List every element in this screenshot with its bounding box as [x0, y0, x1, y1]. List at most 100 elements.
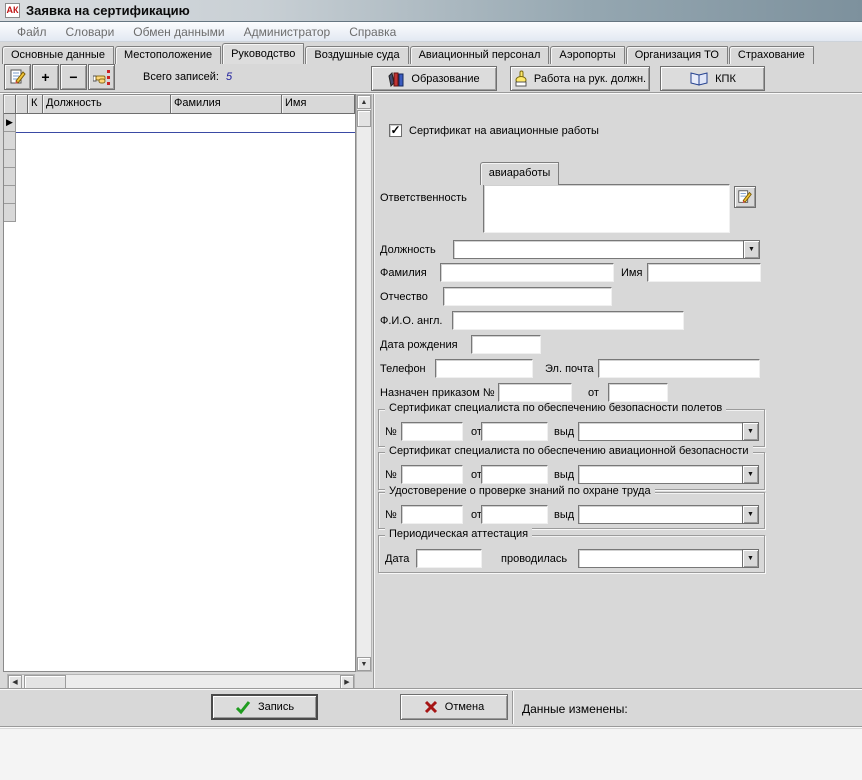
name-input[interactable] [647, 263, 761, 282]
plus-icon: + [41, 69, 49, 85]
tab-main-data[interactable]: Основные данные [2, 46, 114, 64]
responsibility-edit-button[interactable] [734, 186, 756, 208]
cancel-button[interactable]: Отмена [400, 694, 508, 720]
cert1-issuer-field[interactable] [578, 422, 742, 441]
aviation-works-checkbox-label[interactable]: Сертификат на авиационные работы [409, 125, 599, 137]
subtab-aviaworks[interactable]: авиаработы [480, 162, 559, 185]
attestation-date-input[interactable] [416, 549, 482, 568]
footer-bottom-divider [0, 726, 862, 728]
position-combobox-field[interactable] [453, 240, 743, 259]
education-button-label: Образование [411, 73, 479, 85]
patronymic-input[interactable] [443, 287, 612, 306]
cert1-issuer-combobox[interactable]: ▼ [578, 422, 759, 441]
select-record-button[interactable] [88, 64, 115, 90]
menu-data-exchange[interactable]: Обмен данными [124, 23, 234, 41]
cert2-issued-label: выд [554, 469, 574, 481]
combo-arrow-icon[interactable]: ▼ [743, 240, 760, 259]
tab-airports[interactable]: Аэропорты [550, 46, 624, 64]
combo-arrow-icon[interactable]: ▼ [742, 422, 759, 441]
email-input[interactable] [598, 359, 760, 378]
combo-arrow-icon[interactable]: ▼ [742, 549, 759, 568]
grid-header-indicator [4, 95, 16, 114]
grid-body[interactable]: К Должность Фамилия Имя ▶ [3, 94, 356, 672]
phone-input[interactable] [435, 359, 533, 378]
edit-record-button[interactable] [4, 64, 31, 90]
row-indicator-cell [4, 132, 16, 150]
tab-insurance[interactable]: Страхование [729, 46, 814, 64]
cert1-date-input[interactable] [481, 422, 548, 441]
horizontal-scroll-thumb[interactable] [24, 675, 66, 689]
title-bar[interactable]: АК Заявка на сертификацию [0, 0, 862, 22]
cert3-no-label: № [385, 509, 397, 521]
scroll-left-icon[interactable]: ◀ [8, 675, 22, 689]
grid-header-surname[interactable]: Фамилия [171, 95, 282, 114]
scroll-down-icon[interactable]: ▼ [357, 657, 371, 671]
order-number-label: Назначен приказом № [380, 387, 495, 399]
attestation-held-combobox[interactable]: ▼ [578, 549, 759, 568]
cert3-issuer-field[interactable] [578, 505, 742, 524]
responsibility-textarea[interactable] [483, 184, 730, 233]
kpk-button[interactable]: КПК [660, 66, 765, 91]
order-date-input[interactable] [608, 383, 668, 402]
menu-bar: Файл Словари Обмен данными Администратор… [0, 22, 862, 42]
fio-eng-input[interactable] [452, 311, 684, 330]
education-button[interactable]: Образование [371, 66, 497, 91]
cancel-button-label: Отмена [445, 701, 484, 713]
tab-aircraft[interactable]: Воздушные суда [305, 46, 408, 64]
cert2-issuer-field[interactable] [578, 465, 742, 484]
cert2-date-input[interactable] [481, 465, 548, 484]
patronymic-label: Отчество [380, 291, 428, 303]
save-button[interactable]: Запись [211, 694, 318, 720]
cert3-no-input[interactable] [401, 505, 463, 524]
grid-header-position[interactable]: Должность [43, 95, 171, 114]
add-record-button[interactable]: + [32, 64, 59, 90]
combo-arrow-icon[interactable]: ▼ [742, 465, 759, 484]
red-x-icon [424, 700, 438, 714]
footer-divider [512, 691, 514, 724]
green-check-icon [235, 700, 251, 715]
group-labor-safety-cert: Удостоверение о проверке знаний по охран… [378, 492, 765, 529]
app-icon: АК [5, 3, 20, 18]
cert2-no-input[interactable] [401, 465, 463, 484]
menu-help[interactable]: Справка [340, 23, 406, 41]
hand-list-icon [93, 68, 111, 86]
tab-maintenance-org[interactable]: Организация ТО [626, 46, 728, 64]
vertical-scroll-thumb[interactable] [357, 110, 371, 127]
group-labor-safety-cert-title: Удостоверение о проверке знаний по охран… [385, 485, 655, 497]
birthdate-input[interactable] [471, 335, 541, 354]
attestation-held-field[interactable] [578, 549, 742, 568]
fio-eng-label: Ф.И.О. англ. [380, 315, 443, 327]
tab-aviation-personnel[interactable]: Авиационный персонал [410, 46, 550, 64]
tab-management[interactable]: Руководство [222, 43, 304, 64]
scroll-up-icon[interactable]: ▲ [357, 95, 371, 109]
grid-header-name[interactable]: Имя [282, 95, 355, 114]
cert3-issuer-combobox[interactable]: ▼ [578, 505, 759, 524]
managerial-work-button-label: Работа на рук. должн. [534, 73, 646, 85]
grid-vertical-scrollbar[interactable]: ▲ ▼ [356, 94, 372, 672]
group-aviation-security-cert-title: Сертификат специалиста по обеспечению ав… [385, 445, 753, 457]
cert3-date-input[interactable] [481, 505, 548, 524]
managerial-work-button[interactable]: Работа на рук. должн. [510, 66, 650, 91]
current-row-indicator: ▶ [4, 114, 16, 132]
aviation-works-checkbox[interactable]: ✓ [389, 124, 402, 137]
combo-arrow-icon[interactable]: ▼ [742, 505, 759, 524]
position-combobox[interactable]: ▼ [453, 240, 760, 259]
row-indicator-cell [4, 150, 16, 168]
menu-dictionaries[interactable]: Словари [57, 23, 125, 41]
delete-record-button[interactable]: − [60, 64, 87, 90]
tab-location[interactable]: Местоположение [115, 46, 221, 64]
surname-input[interactable] [440, 263, 614, 282]
menu-file[interactable]: Файл [8, 23, 57, 41]
group-flight-safety-cert-title: Сертификат специалиста по обеспечению бе… [385, 402, 726, 414]
cert2-issuer-combobox[interactable]: ▼ [578, 465, 759, 484]
panel-divider [373, 94, 375, 688]
name-label: Имя [621, 267, 642, 279]
grid-header-k[interactable]: К [28, 95, 43, 114]
scroll-right-icon[interactable]: ▶ [340, 675, 354, 689]
cert1-no-input[interactable] [401, 422, 463, 441]
status-text: Данные изменены: [522, 702, 628, 716]
records-count-label: Всего записей: [143, 71, 219, 83]
order-number-input[interactable] [498, 383, 572, 402]
save-button-label: Запись [258, 701, 294, 713]
menu-administrator[interactable]: Администратор [235, 23, 341, 41]
